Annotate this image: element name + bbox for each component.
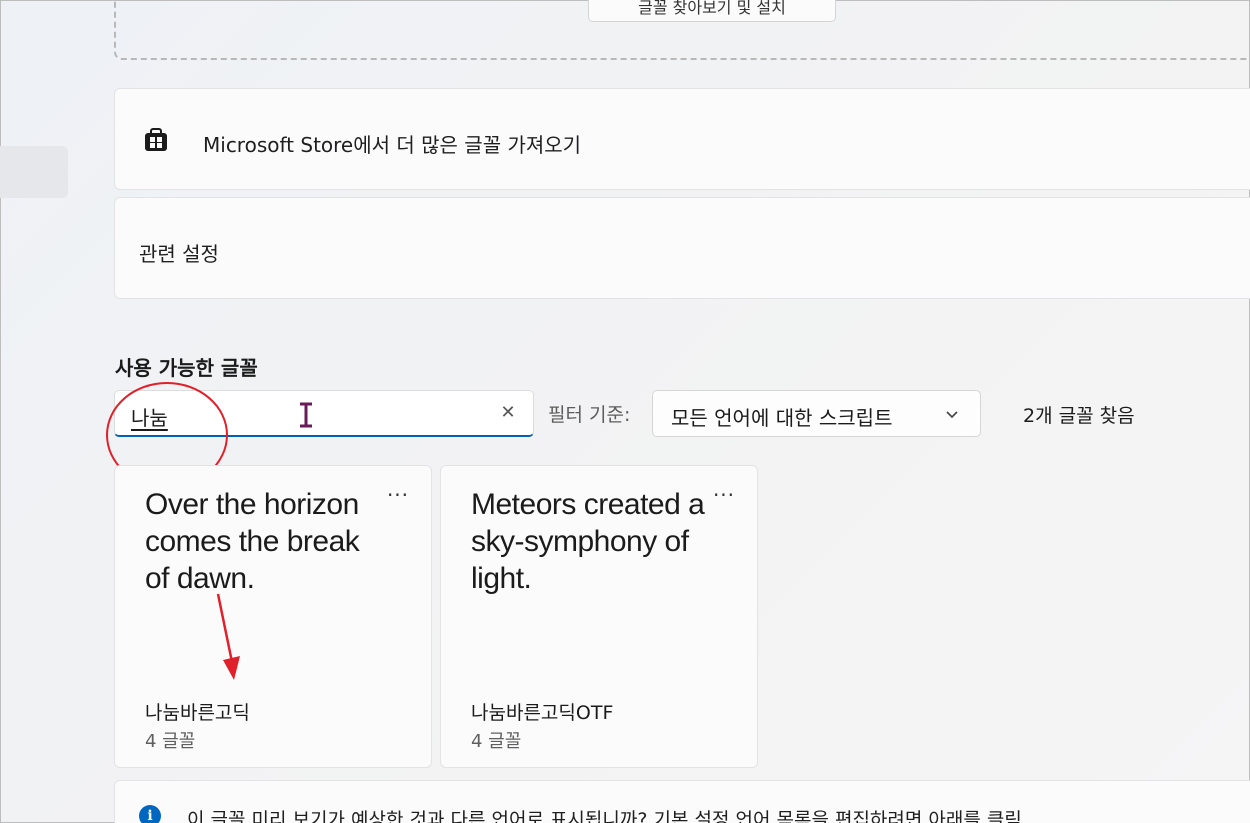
font-preview-text: Meteors created a sky-symphony of light. <box>471 488 705 595</box>
related-settings-title: 관련 설정 <box>139 242 219 266</box>
clear-search-button[interactable]: ✕ <box>495 400 521 426</box>
store-link-label: Microsoft Store에서 더 많은 글꼴 가져오기 <box>203 133 582 157</box>
font-card[interactable]: Meteors created a sky-symphony of light.… <box>440 465 758 768</box>
language-info-bar: i 이 글꼴 미리 보기가 예상한 것과 다른 언어로 표시됩니까? 기본 설정… <box>114 780 1250 823</box>
font-family-name: 나눔바른고딕OTF <box>471 702 614 724</box>
more-options-button[interactable]: ··· <box>383 485 413 512</box>
annotation-arrow <box>216 593 240 680</box>
get-more-fonts-store-link[interactable]: Microsoft Store에서 더 많은 글꼴 가져오기 <box>114 88 1250 190</box>
more-options-button[interactable]: ··· <box>709 485 739 512</box>
browse-install-fonts-button[interactable]: 글꼴 찾아보기 및 설치 <box>588 0 836 22</box>
text-cursor-icon <box>300 402 312 428</box>
font-card[interactable]: Over the horizon comes the break of dawn… <box>114 465 432 768</box>
font-count: 4 글꼴 <box>471 731 522 752</box>
filter-selected-value: 모든 언어에 대한 스크립트 <box>671 406 893 430</box>
available-fonts-title: 사용 가능한 글꼴 <box>115 356 258 380</box>
sidebar-selected-item[interactable] <box>0 146 68 198</box>
related-settings-section: 관련 설정 <box>114 197 1250 299</box>
result-count: 2개 글꼴 찾음 <box>1023 405 1135 427</box>
filter-label: 필터 기준: <box>548 404 631 426</box>
info-text: 이 글꼴 미리 보기가 예상한 것과 다른 언어로 표시됩니까? 기본 설정 언… <box>187 809 1022 823</box>
font-preview-text: Over the horizon comes the break of dawn… <box>145 488 360 595</box>
chevron-down-icon <box>946 411 958 419</box>
font-count: 4 글꼴 <box>145 731 196 752</box>
store-icon <box>145 128 167 151</box>
font-family-name: 나눔바른고딕 <box>145 702 250 724</box>
filter-dropdown[interactable]: 모든 언어에 대한 스크립트 <box>652 390 981 437</box>
info-icon: i <box>139 805 161 823</box>
